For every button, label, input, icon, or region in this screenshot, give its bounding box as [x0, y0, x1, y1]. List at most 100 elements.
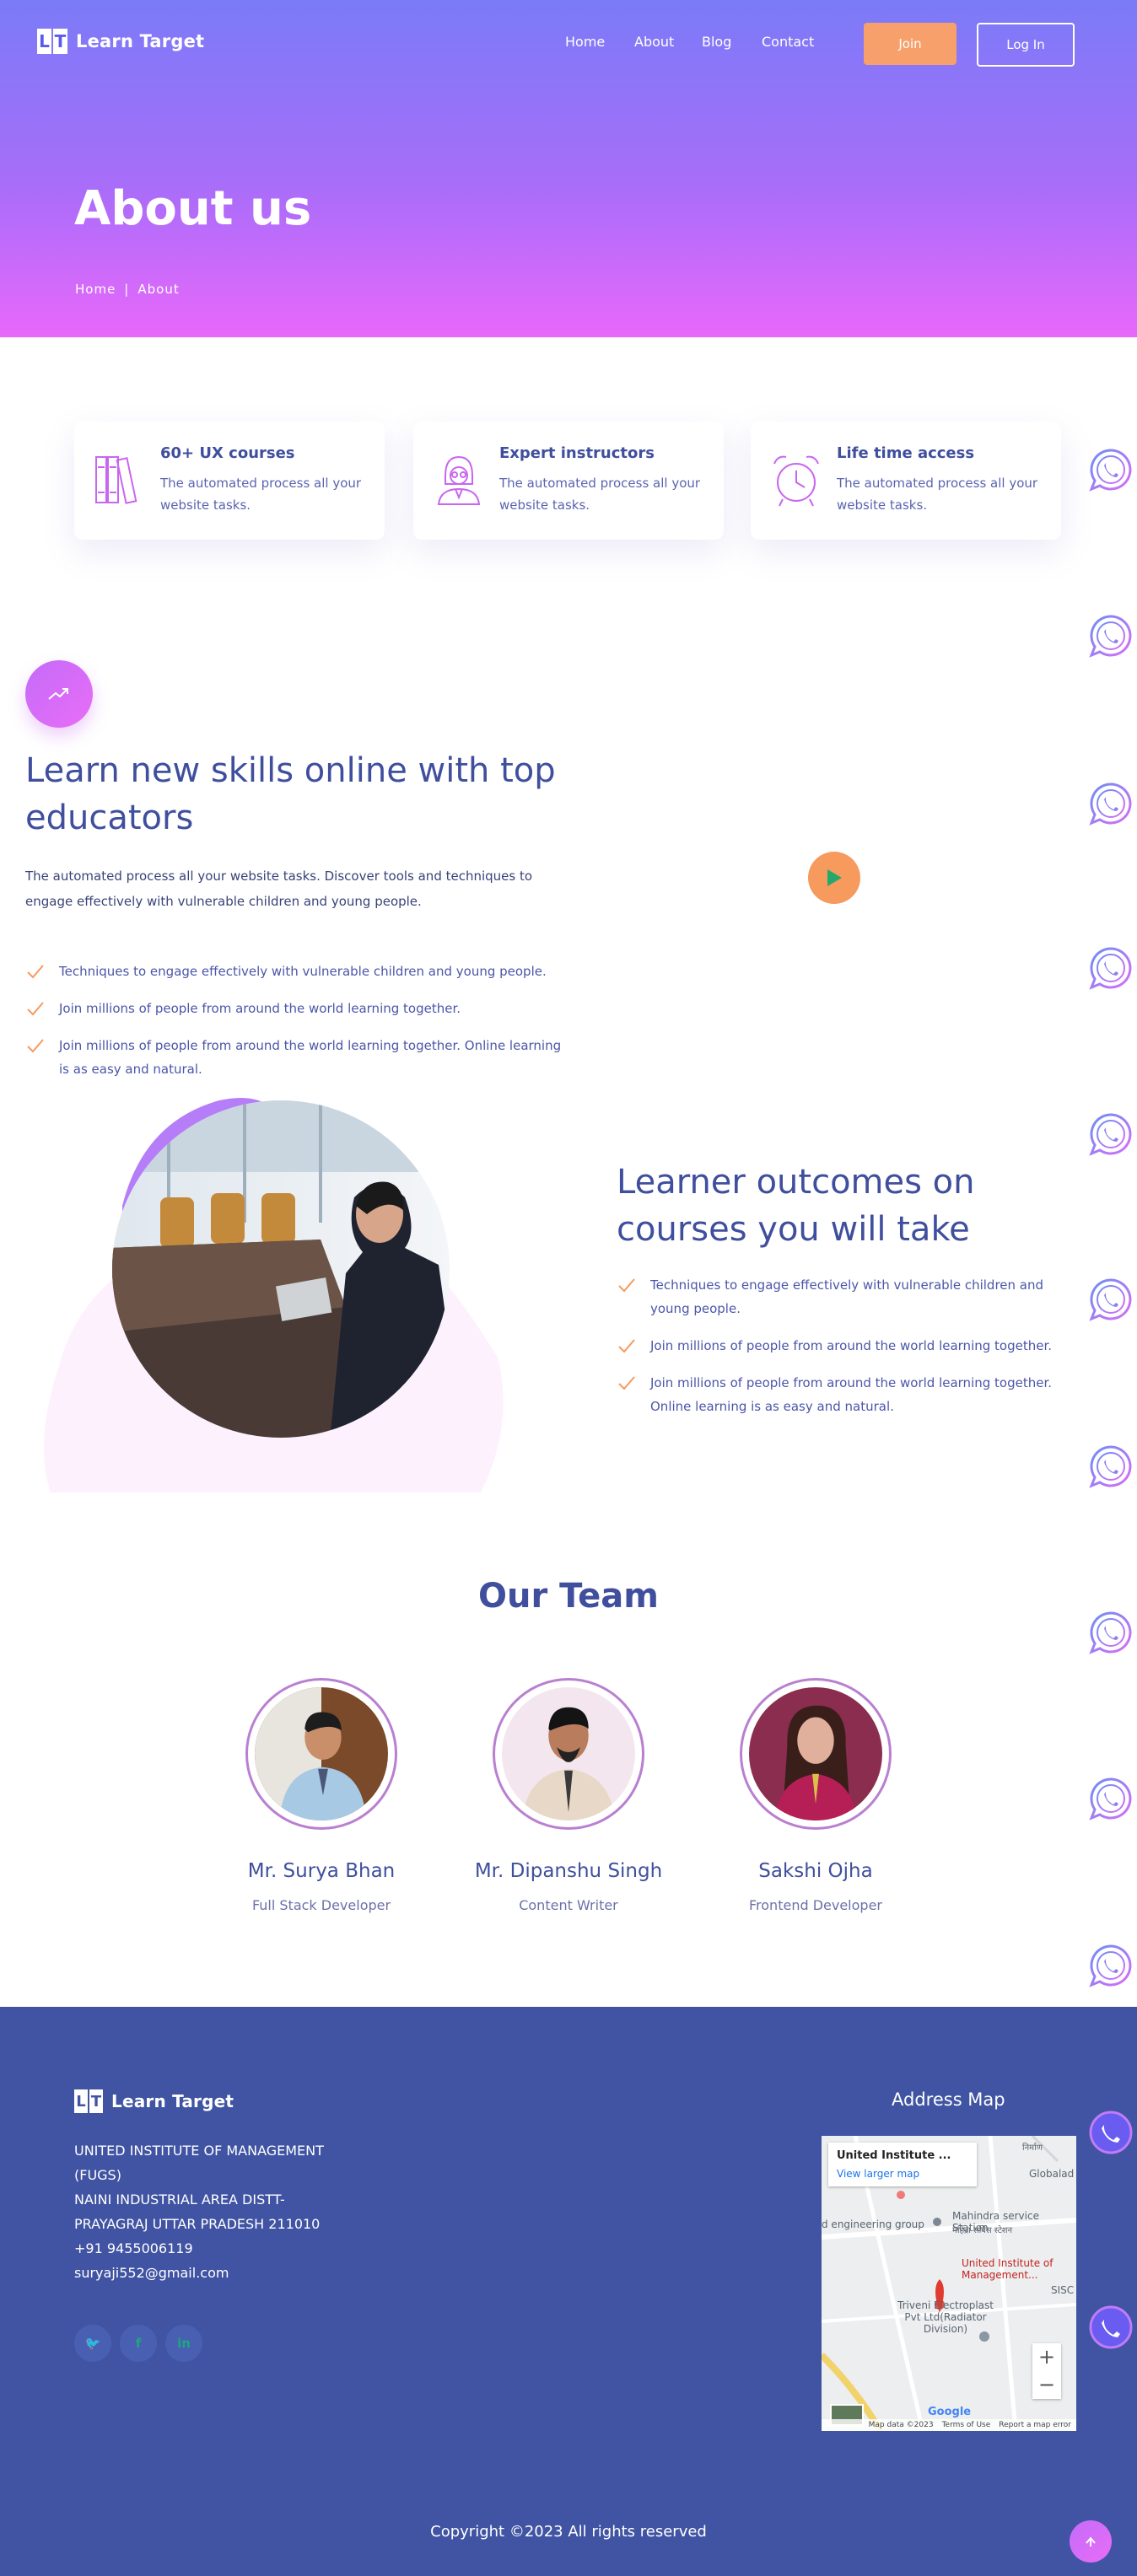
map-data-text: Map data ©2023: [868, 2421, 934, 2429]
brand-logo[interactable]: L T Learn Target: [37, 29, 204, 54]
check-icon: [27, 1002, 44, 1016]
copyright-text: Copyright ©2023 All rights reserved: [430, 2523, 707, 2541]
whatsapp-icon[interactable]: [1088, 1277, 1134, 1322]
page: L T Learn Target Home About Blog Contact…: [0, 0, 1137, 2576]
feature-text: The automated process all your website t…: [499, 476, 701, 513]
breadcrumb: Home | About: [75, 282, 180, 297]
skills-heading: Learn new skills online with top educato…: [25, 751, 556, 837]
map-label: महिंद्रा सर्विस स्टेशन: [952, 2226, 1013, 2235]
breadcrumb-separator: |: [124, 282, 130, 297]
feature-card: Life time access The automated process a…: [751, 422, 1061, 540]
breadcrumb-current: About: [137, 282, 180, 297]
map-title: Address Map: [892, 2089, 1005, 2110]
feature-card: 60+ UX courses The automated process all…: [74, 422, 385, 540]
logo-letter: L: [37, 29, 51, 54]
brand-name: Learn Target: [111, 2091, 234, 2111]
check-icon: [618, 1376, 635, 1390]
whatsapp-icon[interactable]: [1088, 1111, 1134, 1157]
map-info-card: United Institute ... View larger map: [828, 2143, 977, 2186]
feature-title: Expert instructors: [499, 444, 655, 462]
linkedin-icon[interactable]: in: [165, 2325, 202, 2362]
call-icon[interactable]: [1088, 2110, 1134, 2155]
team-heading: Our Team: [478, 1577, 659, 1616]
books-icon: [95, 456, 137, 504]
nav-home[interactable]: Home: [565, 34, 605, 50]
phone-number[interactable]: +91 9455006119: [74, 2236, 353, 2261]
whatsapp-icon[interactable]: [1088, 447, 1134, 492]
avatar: [493, 1678, 644, 1830]
member-photo: [255, 1687, 388, 1820]
list-item: Join millions of people from around the …: [617, 1371, 1072, 1418]
brand-name: Learn Target: [76, 31, 205, 51]
feature-card: Expert instructors The automated process…: [413, 422, 724, 540]
list-item-text: Join millions of people from around the …: [59, 1001, 461, 1016]
member-name: Sakshi Ojha: [758, 1860, 873, 1882]
member-role: Frontend Developer: [749, 1897, 882, 1913]
nav-blog[interactable]: Blog: [702, 34, 731, 50]
alarm-clock-icon: [773, 455, 819, 507]
map-label: d engineering group: [822, 2218, 924, 2230]
zoom-out-button[interactable]: −: [1032, 2371, 1061, 2399]
member-name: Mr. Surya Bhan: [247, 1860, 396, 1882]
member-role: Content Writer: [519, 1897, 618, 1913]
footer-logo[interactable]: L T Learn Target: [74, 2089, 234, 2113]
whatsapp-icon[interactable]: [1088, 1776, 1134, 1821]
outcomes-checklist: Techniques to engage effectively with vu…: [617, 1273, 1072, 1432]
call-icon[interactable]: [1088, 2304, 1134, 2350]
join-button[interactable]: Join: [864, 23, 956, 65]
twitter-icon[interactable]: 🐦: [74, 2325, 111, 2362]
whatsapp-icon[interactable]: [1088, 1444, 1134, 1489]
feature-title: Life time access: [837, 444, 975, 462]
map-label: SISC: [1051, 2284, 1075, 2296]
whatsapp-icon[interactable]: [1088, 613, 1134, 659]
breadcrumb-home[interactable]: Home: [75, 282, 116, 297]
play-icon: [827, 869, 842, 886]
social-links: 🐦 f in: [74, 2325, 202, 2362]
whatsapp-icon[interactable]: [1088, 1943, 1134, 1988]
list-item-text: Join millions of people from around the …: [59, 1038, 562, 1077]
list-item-text: Join millions of people from around the …: [650, 1375, 1053, 1414]
address-map[interactable]: United Institute ... View larger map Mah…: [822, 2136, 1076, 2431]
whatsapp-icon[interactable]: [1088, 781, 1134, 826]
report-error-link[interactable]: Report a map error: [999, 2421, 1071, 2429]
feature-text: The automated process all your website t…: [160, 476, 362, 513]
facebook-icon[interactable]: f: [120, 2325, 157, 2362]
map-place-title: United Institute ...: [837, 2149, 951, 2162]
list-item-text: Join millions of people from around the …: [650, 1338, 1053, 1353]
terms-link[interactable]: Terms of Use: [942, 2421, 991, 2429]
nav-contact[interactable]: Contact: [762, 34, 814, 50]
logo-letter: L: [74, 2089, 88, 2113]
list-item: Techniques to engage effectively with vu…: [617, 1273, 1072, 1320]
scroll-to-top-button[interactable]: [1070, 2520, 1112, 2563]
whatsapp-icon[interactable]: [1088, 945, 1134, 991]
team-member: Mr. Dipanshu Singh Content Writer: [459, 1678, 678, 1913]
play-video-button[interactable]: [808, 852, 860, 904]
map-label: Globalad: [1029, 2168, 1075, 2180]
nav-about[interactable]: About: [634, 34, 674, 50]
trend-badge: [25, 660, 93, 728]
login-button[interactable]: Log In: [977, 23, 1075, 67]
logo-letter: T: [53, 29, 67, 54]
trend-up-icon: [48, 688, 68, 700]
list-item-text: Techniques to engage effectively with vu…: [59, 964, 547, 979]
learner-photo: [44, 1098, 504, 1492]
whatsapp-icon[interactable]: [1088, 1610, 1134, 1655]
map-zoom-controls: + −: [1032, 2343, 1061, 2399]
address-line: NAINI INDUSTRIAL AREA DISTT- PRAYAGRAJ U…: [74, 2191, 321, 2232]
list-item: Join millions of people from around the …: [25, 1034, 565, 1081]
avatar: [245, 1678, 397, 1830]
google-logo: Google: [928, 2406, 972, 2418]
member-photo: [749, 1687, 882, 1820]
zoom-in-button[interactable]: +: [1032, 2343, 1061, 2371]
logo-letter: T: [89, 2089, 103, 2113]
team-member: Sakshi Ojha Frontend Developer: [706, 1678, 925, 1913]
view-larger-map-link[interactable]: View larger map: [837, 2168, 919, 2180]
list-item: Join millions of people from around the …: [617, 1334, 1072, 1358]
outcomes-heading: Learner outcomes on courses you will tak…: [617, 1163, 975, 1249]
hero-header: L T Learn Target Home About Blog Contact…: [0, 0, 1137, 337]
member-role: Full Stack Developer: [251, 1897, 391, 1913]
email-address[interactable]: suryaji552@gmail.com: [74, 2261, 353, 2285]
team-member: Mr. Surya Bhan Full Stack Developer: [212, 1678, 431, 1913]
list-item: Techniques to engage effectively with vu…: [25, 960, 565, 983]
member-name: Mr. Dipanshu Singh: [474, 1860, 663, 1882]
